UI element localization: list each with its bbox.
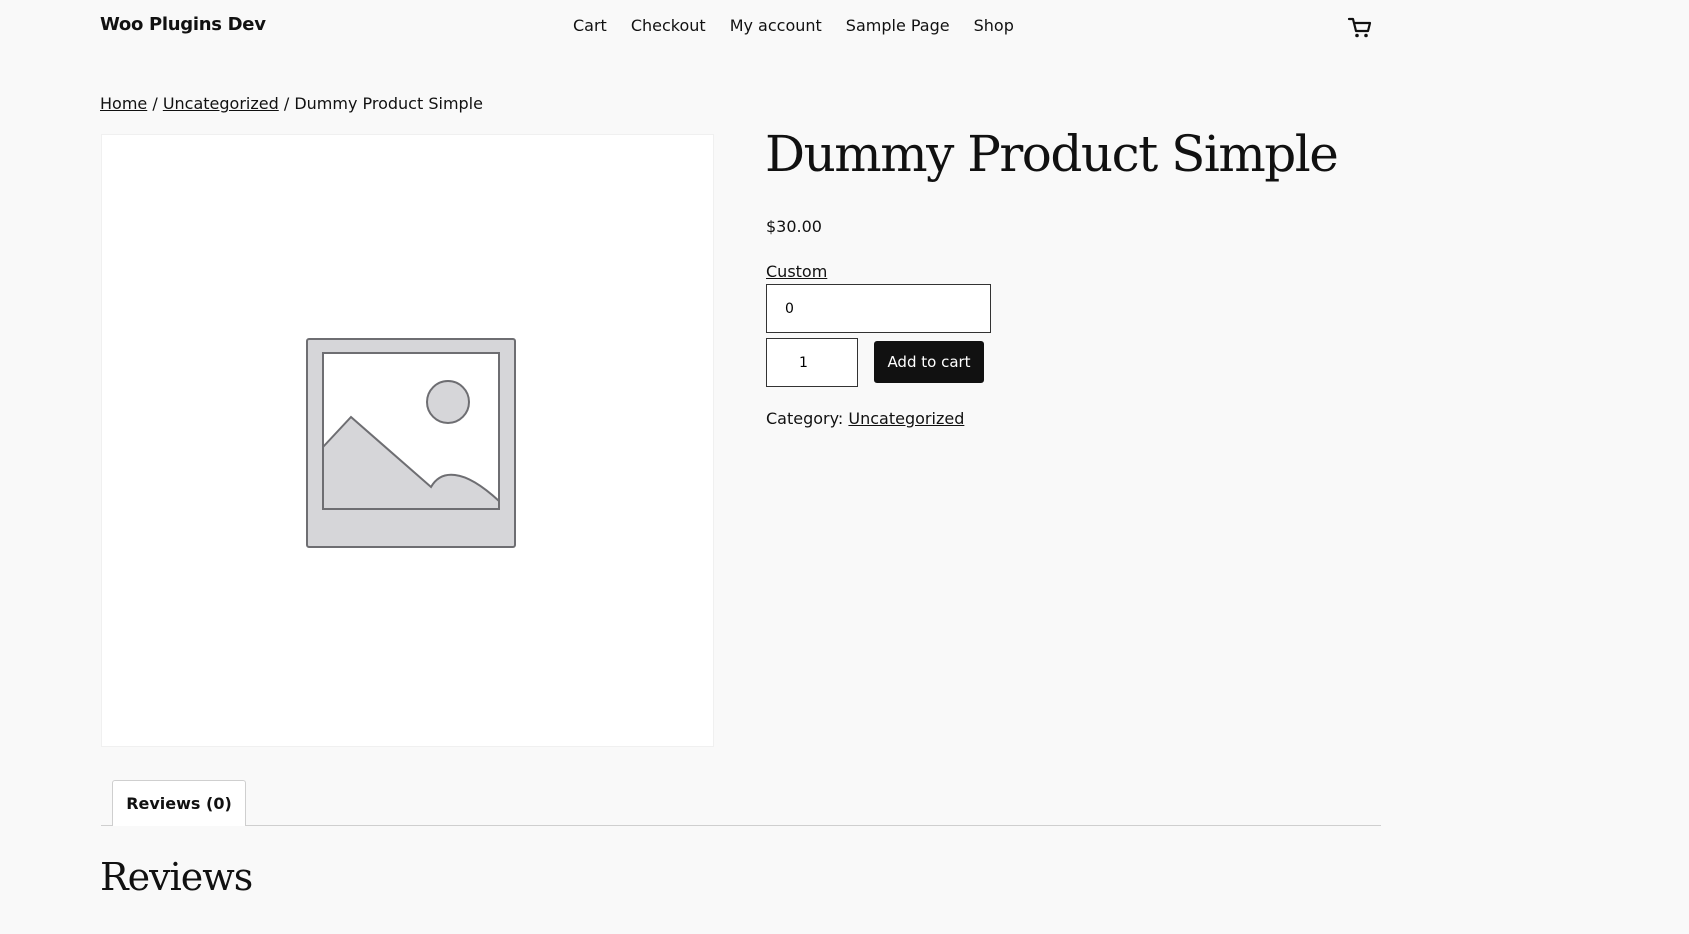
breadcrumb: Home / Uncategorized / Dummy Product Sim… bbox=[100, 94, 483, 113]
tabs-divider bbox=[101, 825, 1381, 826]
breadcrumb-current: Dummy Product Simple bbox=[294, 94, 483, 113]
nav-item-cart[interactable]: Cart bbox=[573, 16, 607, 35]
product-title: Dummy Product Simple bbox=[765, 125, 1339, 183]
tab-reviews[interactable]: Reviews (0) bbox=[112, 780, 246, 826]
category-prefix: Category: bbox=[766, 409, 849, 428]
breadcrumb-home-link[interactable]: Home bbox=[100, 94, 147, 113]
nav-item-shop[interactable]: Shop bbox=[974, 16, 1014, 35]
product-price: $30.00 bbox=[766, 217, 822, 236]
custom-field-label[interactable]: Custom bbox=[766, 262, 827, 281]
reviews-heading: Reviews bbox=[100, 855, 253, 899]
site-title[interactable]: Woo Plugins Dev bbox=[100, 14, 266, 35]
nav-item-sample-page[interactable]: Sample Page bbox=[846, 16, 950, 35]
nav-item-checkout[interactable]: Checkout bbox=[631, 16, 706, 35]
category-link[interactable]: Uncategorized bbox=[848, 409, 964, 428]
quantity-input[interactable] bbox=[766, 338, 858, 387]
breadcrumb-category-link[interactable]: Uncategorized bbox=[163, 94, 279, 113]
cart-icon[interactable] bbox=[1347, 14, 1373, 40]
image-placeholder-icon bbox=[306, 338, 516, 548]
product-category-meta: Category: Uncategorized bbox=[766, 409, 964, 428]
nav-item-my-account[interactable]: My account bbox=[730, 16, 822, 35]
add-to-cart-button[interactable]: Add to cart bbox=[874, 341, 984, 383]
custom-field-input[interactable] bbox=[766, 284, 991, 333]
product-gallery[interactable] bbox=[101, 134, 714, 747]
breadcrumb-separator: / bbox=[147, 94, 163, 113]
main-nav: Cart Checkout My account Sample Page Sho… bbox=[573, 16, 1014, 35]
breadcrumb-separator: / bbox=[278, 94, 295, 113]
